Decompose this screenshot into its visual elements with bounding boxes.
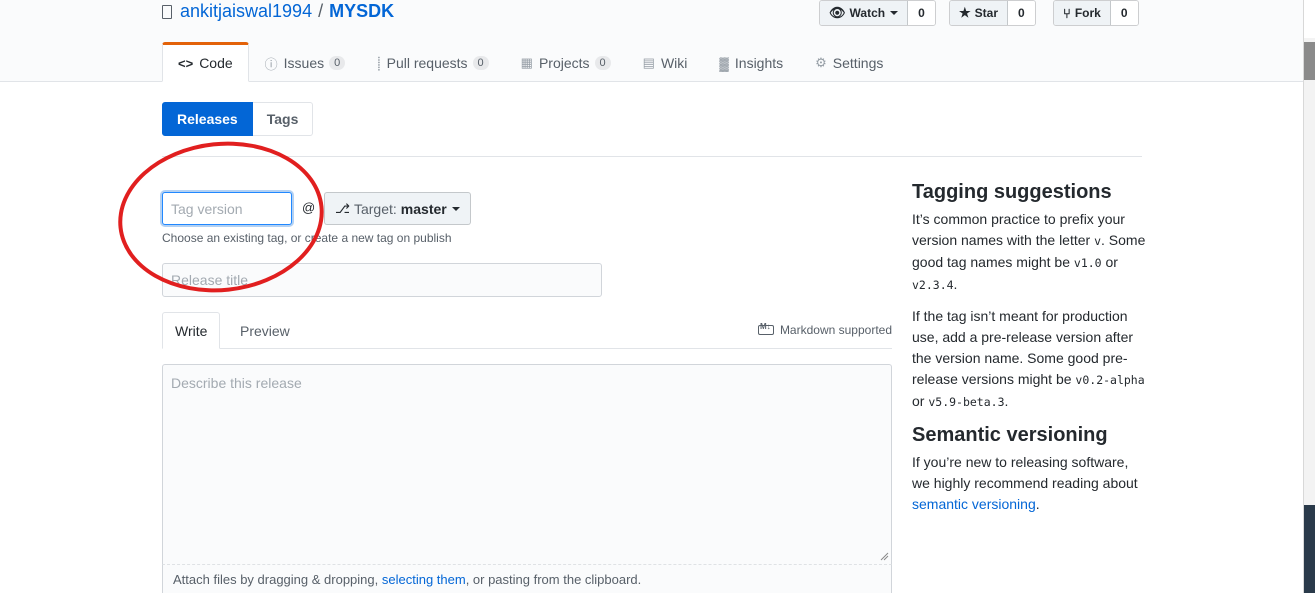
target-label: Target:	[353, 200, 397, 217]
tab-preview[interactable]: Preview	[228, 312, 302, 349]
markdown-icon	[757, 322, 774, 335]
target-branch-button[interactable]: ⎇ Target: master	[324, 192, 471, 225]
fork-group: ⑂ Fork 0	[1053, 0, 1139, 26]
tab-pulls-label: Pull requests	[386, 55, 468, 71]
star-count[interactable]: 0	[1008, 1, 1035, 25]
page: ankitjaiswal1994 / MYSDK 👁︎ Watch 0 ★ St…	[0, 0, 1315, 593]
scrollbar-thumb[interactable]	[1304, 42, 1315, 80]
watch-label: Watch	[849, 6, 886, 20]
project-icon: ▦	[520, 55, 533, 70]
markdown-supported[interactable]: Markdown supported	[757, 322, 892, 337]
watch-count[interactable]: 0	[908, 1, 935, 25]
eye-icon: 👁︎	[829, 5, 846, 20]
attach-files-area[interactable]: Attach files by dragging & dropping, sel…	[162, 564, 892, 593]
repo-nav: <> Code ⓘ Issues 0 ⸽ Pull requests 0 ▦ P…	[162, 42, 899, 82]
repo-icon	[162, 5, 172, 19]
sidebar: Tagging suggestions It’s common practice…	[912, 180, 1148, 525]
attach-text-prefix: Attach files by dragging & dropping,	[173, 572, 382, 587]
branch-icon: ⎇	[335, 200, 350, 216]
watch-group: 👁︎ Watch 0	[819, 0, 936, 26]
fork-button[interactable]: ⑂ Fork	[1054, 1, 1111, 25]
projects-counter: 0	[594, 56, 611, 70]
tagging-paragraph-2: If the tag isn’t meant for production us…	[912, 308, 1145, 409]
star-group: ★ Star 0	[949, 0, 1036, 26]
pull-request-icon: ⸽	[377, 56, 381, 71]
tab-insights[interactable]: ▓ Insights	[703, 42, 799, 82]
watch-button[interactable]: 👁︎ Watch	[820, 1, 909, 25]
at-sign: @	[302, 200, 316, 215]
code-icon: <>	[178, 55, 194, 71]
issues-counter: 0	[329, 56, 346, 70]
issue-icon: ⓘ	[264, 56, 278, 72]
tab-issues[interactable]: ⓘ Issues 0	[249, 42, 362, 82]
fork-count[interactable]: 0	[1110, 1, 1138, 25]
tab-insights-label: Insights	[734, 55, 784, 71]
star-icon: ★	[959, 5, 971, 20]
fork-label: Fork	[1074, 6, 1101, 20]
star-button[interactable]: ★ Star	[950, 1, 1008, 25]
background-window-edge	[1303, 0, 1315, 593]
book-icon: ▤	[642, 55, 655, 70]
repo-name-link[interactable]: MYSDK	[329, 1, 394, 22]
pulls-counter: 0	[472, 56, 489, 70]
tab-projects[interactable]: ▦ Projects 0	[505, 42, 627, 82]
tab-code[interactable]: <> Code	[162, 42, 249, 82]
tab-wiki-label: Wiki	[660, 55, 688, 71]
tab-pull-requests[interactable]: ⸽ Pull requests 0	[361, 42, 504, 82]
markdown-label: Markdown supported	[779, 323, 892, 337]
tagging-paragraph-1: It’s common practice to prefix your vers…	[912, 211, 1146, 292]
releases-tab[interactable]: Releases	[162, 102, 253, 136]
tag-hint: Choose an existing tag, or create a new …	[162, 231, 452, 245]
repo-title: ankitjaiswal1994 / MYSDK	[162, 0, 394, 24]
repo-header: ankitjaiswal1994 / MYSDK 👁︎ Watch 0 ★ St…	[0, 0, 1303, 82]
tagging-suggestions-heading: Tagging suggestions	[912, 181, 1112, 203]
tags-tab[interactable]: Tags	[252, 102, 314, 136]
semantic-versioning-heading: Semantic versioning	[912, 424, 1108, 446]
chevron-down-icon	[451, 206, 460, 211]
tab-issues-label: Issues	[283, 55, 325, 71]
chevron-down-icon	[890, 11, 899, 15]
target-value: master	[400, 200, 447, 217]
tab-projects-label: Projects	[538, 55, 590, 71]
releases-subnav: Releases Tags	[162, 102, 314, 136]
divider	[162, 156, 1142, 157]
semver-paragraph: If you’re new to releasing software, we …	[912, 454, 1138, 512]
repo-owner-link[interactable]: ankitjaiswal1994	[180, 1, 312, 22]
gear-icon: ⚙	[815, 55, 827, 70]
tab-settings[interactable]: ⚙ Settings	[799, 42, 899, 82]
tab-wiki[interactable]: ▤ Wiki	[627, 42, 704, 82]
tab-settings-label: Settings	[832, 55, 884, 71]
star-label: Star	[974, 6, 998, 20]
release-title-input[interactable]	[162, 263, 602, 297]
release-description-textarea[interactable]	[162, 364, 892, 564]
tab-write[interactable]: Write	[162, 312, 221, 349]
tag-version-input[interactable]	[162, 192, 292, 225]
selecting-them-link[interactable]: selecting them	[382, 572, 466, 587]
semantic-versioning-link[interactable]: semantic versioning	[912, 496, 1036, 512]
tab-code-label: Code	[199, 55, 233, 71]
repo-separator: /	[318, 0, 324, 21]
fork-icon: ⑂	[1063, 5, 1071, 21]
attach-text-suffix: , or pasting from the clipboard.	[465, 572, 642, 587]
graph-icon: ▓	[719, 55, 729, 71]
resize-handle-icon[interactable]	[880, 552, 889, 561]
editor-tabs: Write Preview Markdown supported	[162, 312, 892, 349]
